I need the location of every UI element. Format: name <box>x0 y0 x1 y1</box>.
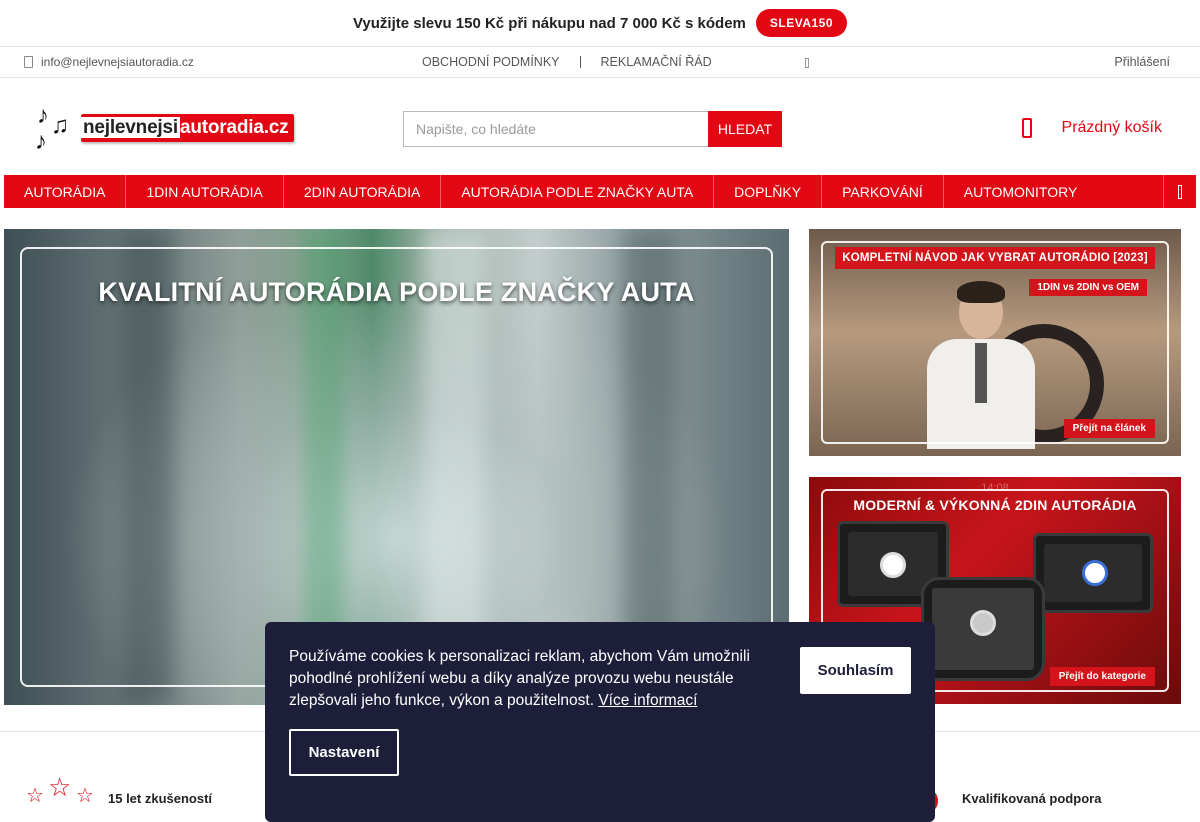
car-radio-image <box>921 577 1045 681</box>
cart-label: Prázdný košík <box>1061 119 1162 136</box>
nav-item-accessories[interactable]: DOPLŇKY <box>714 175 823 208</box>
category-banner-title: MODERNÍ & VÝKONNÁ 2DIN AUTORÁDIA <box>853 497 1137 513</box>
cart-icon <box>1021 118 1032 138</box>
divider <box>579 56 581 68</box>
phone-icon <box>24 56 33 68</box>
nav-item-monitors[interactable]: AUTOMONITORY <box>944 175 1098 208</box>
nav-item-1din[interactable]: 1DIN AUTORÁDIA <box>126 175 284 208</box>
cookie-consent-dialog: Používáme cookies k personalizaci reklam… <box>265 622 935 822</box>
promo-bar: Využijte slevu 150 Kč při nákupu nad 7 0… <box>0 0 1200 47</box>
hero-frame <box>20 247 773 687</box>
cookie-settings-button[interactable]: Nastavení <box>289 729 399 776</box>
nav-item-by-brand[interactable]: AUTORÁDIA PODLE ZNAČKY AUTA <box>441 175 715 208</box>
cookie-more-info-link[interactable]: Více informací <box>598 692 697 709</box>
top-links-bar: info@nejlevnejsiautoradia.cz OBCHODNÍ PO… <box>0 47 1200 78</box>
hero-title: KVALITNÍ AUTORÁDIA PODLE ZNAČKY AUTA <box>98 277 695 307</box>
promo-code-badge: SLEVA150 <box>755 9 848 37</box>
more-links-icon[interactable] <box>805 58 809 68</box>
login-link[interactable]: Přihlášení <box>1114 47 1170 77</box>
article-banner-subtitle: 1DIN vs 2DIN vs OEM <box>1029 279 1147 296</box>
menu-icon <box>1178 184 1182 199</box>
banner-frame <box>821 241 1169 444</box>
link-complaints[interactable]: REKLAMAČNÍ ŘÁD <box>601 55 712 69</box>
usp-experience: 15 let zkušeností <box>108 791 213 806</box>
nav-item-parking[interactable]: PARKOVÁNÍ <box>822 175 944 208</box>
nav-item-2din[interactable]: 2DIN AUTORÁDIA <box>284 175 442 208</box>
music-notes-icon: ♪ ♫ ♪ <box>35 102 69 155</box>
article-banner-title: KOMPLETNÍ NÁVOD JAK VYBRAT AUTORÁDIO [20… <box>835 247 1155 269</box>
site-header: ♪ ♫ ♪ nejlevnejsiautoradia.cz HLEDAT Prá… <box>0 78 1200 175</box>
cookie-text: Používáme cookies k personalizaci reklam… <box>289 648 750 709</box>
logo-wordmark: nejlevnejsi autoradia.cz <box>81 114 295 142</box>
cookie-accept-button[interactable]: Souhlasím <box>800 647 911 694</box>
cart[interactable]: Prázdný košík <box>1021 118 1162 138</box>
nav-item-autoradia[interactable]: AUTORÁDIA <box>4 175 127 208</box>
main-navigation: AUTORÁDIA 1DIN AUTORÁDIA 2DIN AUTORÁDIA … <box>4 175 1196 208</box>
search-input[interactable] <box>403 111 708 147</box>
link-terms[interactable]: OBCHODNÍ PODMÍNKY <box>422 55 560 69</box>
search-form: HLEDAT <box>403 111 782 147</box>
top-links: OBCHODNÍ PODMÍNKY REKLAMAČNÍ ŘÁD <box>422 47 712 77</box>
article-banner[interactable]: KOMPLETNÍ NÁVOD JAK VYBRAT AUTORÁDIO [20… <box>809 229 1181 456</box>
usp-support: Kvalifikovaná podpora <box>962 791 1102 806</box>
nav-more-button[interactable] <box>1163 175 1196 208</box>
promo-text: Využijte slevu 150 Kč při nákupu nad 7 0… <box>352 14 746 32</box>
contact-email[interactable]: info@nejlevnejsiautoradia.cz <box>24 47 194 77</box>
category-banner-button[interactable]: Přejít do kategorie <box>1049 667 1155 686</box>
car-radio-image <box>1033 533 1153 613</box>
search-button[interactable]: HLEDAT <box>708 111 782 147</box>
site-logo[interactable]: ♪ ♫ ♪ nejlevnejsi autoradia.cz <box>33 100 318 156</box>
contact-email-text: info@nejlevnejsiautoradia.cz <box>41 55 194 69</box>
article-banner-button[interactable]: Přejít na článek <box>1063 419 1155 438</box>
